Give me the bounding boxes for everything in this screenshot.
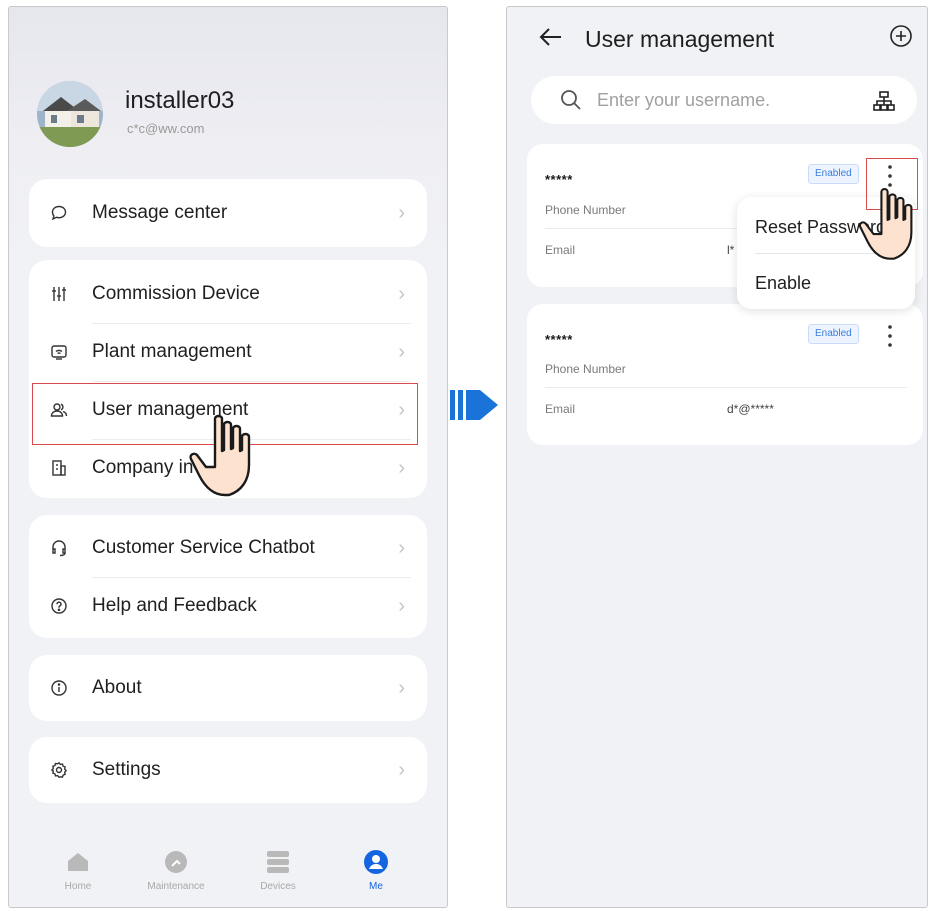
menu-group-settings: Settings › [29, 737, 427, 803]
chevron-right-icon: › [398, 536, 405, 559]
menu-item-settings[interactable]: Settings › [29, 741, 427, 799]
plant-icon [49, 342, 69, 362]
menu-item-customer-service-chatbot[interactable]: Customer Service Chatbot › [29, 519, 427, 577]
menu-item-about[interactable]: About › [29, 659, 427, 717]
menu-group-support: Customer Service Chatbot › Help and Feed… [29, 515, 427, 638]
back-arrow-icon[interactable] [537, 23, 565, 51]
chat-bubble-icon [49, 203, 69, 223]
chevron-right-icon: › [398, 282, 405, 305]
status-badge: Enabled [808, 324, 859, 344]
menu-item-message-center[interactable]: Message center › [29, 184, 427, 242]
menu-item-label: Company in [92, 457, 194, 478]
user-management-screen: User management Enter your username. ***… [506, 6, 928, 908]
email-value: l* [727, 243, 735, 257]
next-step-arrow-icon [450, 384, 502, 426]
hand-pointer-icon [855, 183, 927, 276]
menu-item-label: Plant management [92, 341, 252, 362]
menu-item-commission-device[interactable]: Commission Device › [29, 265, 427, 323]
tab-label: Me [369, 881, 383, 892]
info-icon [49, 678, 69, 698]
user-name: ***** [545, 332, 573, 347]
chevron-right-icon: › [398, 340, 405, 363]
chevron-right-icon: › [398, 201, 405, 224]
user-card[interactable]: ***** Enabled Phone Number Email d*@****… [527, 304, 923, 445]
tab-home[interactable]: Home [33, 849, 123, 892]
menu-item-enable[interactable]: Enable [755, 273, 811, 294]
menu-item-label: Help and Feedback [92, 595, 257, 616]
page-title: User management [585, 26, 775, 52]
search-icon [559, 88, 583, 112]
company-icon [49, 458, 69, 478]
menu-item-label: About [92, 677, 142, 698]
search-input[interactable]: Enter your username. [597, 90, 770, 111]
search-bar[interactable]: Enter your username. [531, 76, 917, 124]
user-name: ***** [545, 172, 573, 187]
headset-icon [49, 538, 69, 558]
email-value: d*@***** [727, 402, 774, 416]
tab-bar: Home Maintenance Devices Me [9, 839, 447, 907]
home-icon [65, 849, 91, 875]
menu-group-about: About › [29, 655, 427, 721]
tab-label: Maintenance [147, 881, 205, 892]
profile-name: installer03 [125, 87, 235, 114]
me-screen: installer03 c*c@ww.com Message center › … [8, 6, 448, 908]
org-structure-icon[interactable] [873, 90, 895, 112]
menu-item-help-feedback[interactable]: Help and Feedback › [29, 577, 427, 635]
status-badge: Enabled [808, 164, 859, 184]
menu-item-label: Customer Service Chatbot [92, 537, 315, 558]
chevron-right-icon: › [398, 676, 405, 699]
chevron-right-icon: › [398, 456, 405, 479]
chevron-right-icon: › [398, 594, 405, 617]
tab-me[interactable]: Me [331, 849, 421, 892]
email-label: Email [545, 243, 576, 257]
maintenance-icon [163, 849, 189, 875]
email-label: Email [545, 402, 576, 416]
phone-label: Phone Number [545, 362, 626, 376]
me-icon [363, 849, 389, 875]
devices-icon [265, 849, 291, 875]
help-icon [49, 596, 69, 616]
tab-devices[interactable]: Devices [233, 849, 323, 892]
sliders-icon [49, 284, 69, 304]
avatar[interactable] [37, 81, 103, 147]
tab-label: Devices [260, 881, 296, 892]
tab-maintenance[interactable]: Maintenance [131, 849, 221, 892]
more-options-icon[interactable] [884, 322, 896, 350]
phone-label: Phone Number [545, 203, 626, 217]
profile-email: c*c@ww.com [127, 121, 205, 136]
add-user-icon[interactable] [889, 24, 913, 48]
menu-item-label: Commission Device [92, 283, 260, 304]
divider [545, 387, 907, 388]
menu-item-plant-management[interactable]: Plant management › [29, 323, 427, 381]
settings-icon [49, 760, 69, 780]
tab-label: Home [64, 881, 92, 892]
menu-item-label: Settings [92, 759, 161, 780]
menu-item-label: Message center [92, 202, 228, 223]
hand-pointer-icon [185, 411, 269, 512]
chevron-right-icon: › [398, 758, 405, 781]
menu-group-messages: Message center › [29, 179, 427, 247]
